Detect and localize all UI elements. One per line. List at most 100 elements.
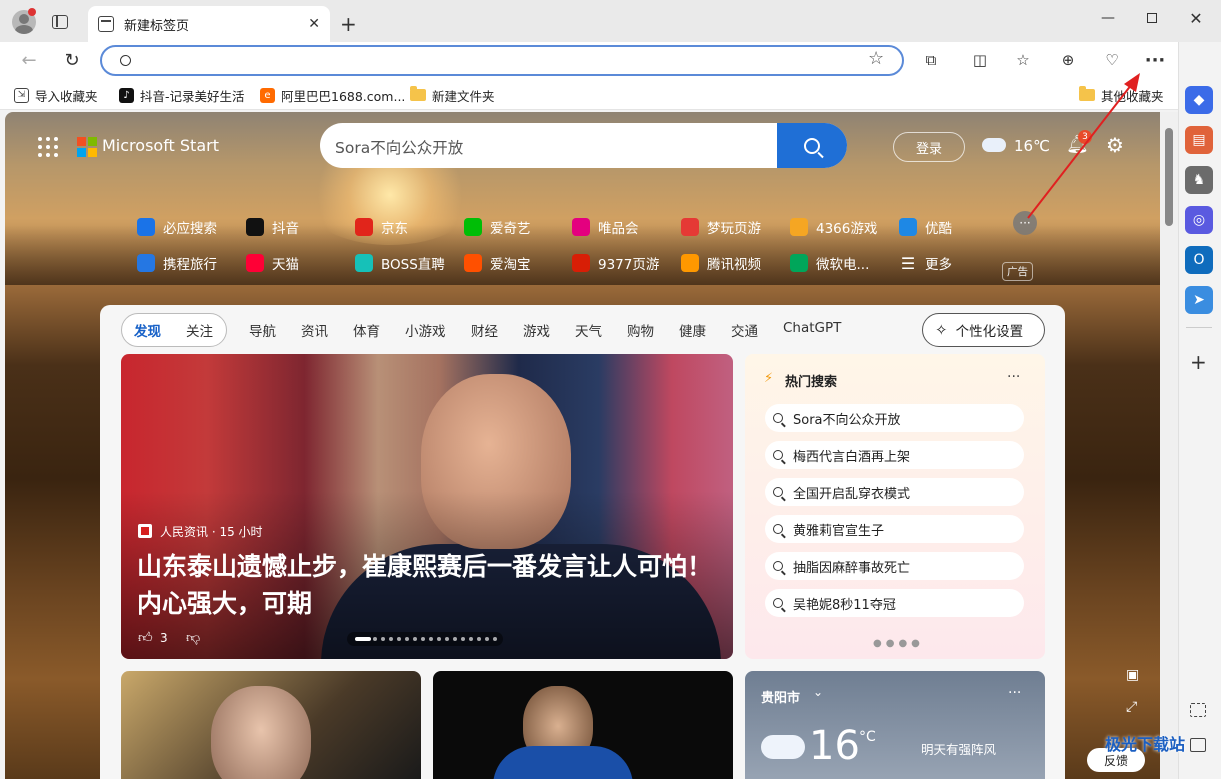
back-icon[interactable]: ← <box>14 45 44 75</box>
weather-city[interactable]: 贵阳市 <box>761 687 800 706</box>
hot-more-icon[interactable]: ··· <box>1007 369 1020 385</box>
search-input[interactable]: Sora不向公众开放 <box>335 136 463 158</box>
drop-icon[interactable]: ➤ <box>1185 286 1213 314</box>
carousel-dot[interactable] <box>493 637 497 641</box>
close-tab-icon[interactable]: ✕ <box>308 16 320 32</box>
tab-new-tab[interactable]: 新建标签页 ✕ <box>88 6 330 42</box>
tab-discover[interactable]: 发现 <box>134 320 161 340</box>
weather-forecast[interactable]: 明天有强阵风 <box>921 739 996 758</box>
quicklink-item[interactable]: 微软电... <box>790 252 869 274</box>
tools-icon[interactable]: ▤ <box>1185 126 1213 154</box>
feed-nav-item[interactable]: 小游戏 <box>405 320 446 340</box>
feed-nav-item[interactable]: ChatGPT <box>783 320 841 340</box>
refresh-icon[interactable]: ↻ <box>57 45 87 75</box>
hero-headline[interactable]: 山东泰山遗憾止步，崔康熙赛后一番发言让人可怕！内心强大，可期 <box>137 548 717 622</box>
quicklink-item[interactable]: 京东 <box>355 216 408 238</box>
carousel-dot[interactable] <box>355 637 371 641</box>
scrollbar-thumb[interactable] <box>1165 128 1173 226</box>
carousel-dot[interactable] <box>437 637 441 641</box>
feed-nav-item[interactable]: 交通 <box>731 320 758 340</box>
hot-search-item[interactable]: 黄雅莉官宣生子 <box>765 515 1024 543</box>
carousel-dot[interactable] <box>389 637 393 641</box>
carousel-dot[interactable] <box>461 637 465 641</box>
carousel-dot[interactable] <box>453 637 457 641</box>
tab-follow[interactable]: 关注 <box>186 320 213 340</box>
new-tab-button[interactable]: + <box>340 12 357 36</box>
hot-search-item[interactable]: 吴艳妮8秒11夺冠 <box>765 589 1024 617</box>
login-button[interactable]: 登录 <box>893 132 965 162</box>
quicklink-item[interactable]: BOSS直聘 <box>355 252 445 274</box>
shopping-tag-icon[interactable]: ◆ <box>1185 86 1213 114</box>
web-search-box[interactable]: Sora不向公众开放 <box>320 123 847 168</box>
quicklink-item[interactable]: 腾讯视频 <box>681 252 761 274</box>
quicklink-item[interactable]: 抖音 <box>246 216 299 238</box>
outlook-icon[interactable]: O <box>1185 246 1213 274</box>
carousel-dot[interactable] <box>373 637 377 641</box>
quicklink-item[interactable]: 天猫 <box>246 252 299 274</box>
quicklink-item[interactable]: 爱淘宝 <box>464 252 531 274</box>
split-screen-icon[interactable]: ◫ <box>965 45 995 75</box>
quicklink-item[interactable]: 携程旅行 <box>137 252 217 274</box>
screenshot-icon[interactable] <box>1190 703 1206 717</box>
quicklink-item[interactable]: 唯品会 <box>572 216 639 238</box>
personalize-button[interactable]: ✧ 个性化设置 <box>922 313 1045 347</box>
news-card-1[interactable] <box>121 671 421 779</box>
hot-search-item[interactable]: 抽脂因麻醉事故死亡 <box>765 552 1024 580</box>
hot-pager-dots[interactable]: ●●●● <box>873 638 924 649</box>
microsoft365-icon[interactable]: ◎ <box>1185 206 1213 234</box>
quicklink-item[interactable]: 4366游戏 <box>790 216 877 238</box>
games-icon[interactable]: ♞ <box>1185 166 1213 194</box>
like-icon[interactable]: 👍︎ <box>138 629 153 646</box>
fav-douyin[interactable]: ♪ 抖音-记录美好生活 <box>119 84 245 106</box>
quicklink-item[interactable]: ☰ 更多 <box>899 252 952 274</box>
carousel-dot[interactable] <box>381 637 385 641</box>
quicklink-item[interactable]: 梦玩页游 <box>681 216 761 238</box>
expand-icon[interactable]: ⤢ <box>1126 699 1137 715</box>
search-button[interactable] <box>777 123 847 168</box>
app-launcher-icon[interactable] <box>38 137 58 157</box>
hot-search-item[interactable]: 梅西代言白酒再上架 <box>765 441 1024 469</box>
fav-new-folder[interactable]: 新建文件夹 <box>410 84 495 106</box>
carousel-dot[interactable] <box>405 637 409 641</box>
fav-1688[interactable]: e 阿里巴巴1688.com... <box>260 84 405 106</box>
quicklink-item[interactable]: 优酷 <box>899 216 952 238</box>
carousel-dot[interactable] <box>397 637 401 641</box>
carousel-dot[interactable] <box>413 637 417 641</box>
dislike-icon[interactable]: 👎︎ <box>186 629 200 646</box>
feed-nav-item[interactable]: 天气 <box>575 320 602 340</box>
add-sidebar-app-icon[interactable]: + <box>1190 350 1207 374</box>
brand-name[interactable]: Microsoft Start <box>102 136 219 155</box>
extensions-icon[interactable]: ⧉ <box>916 45 946 75</box>
carousel-dot[interactable] <box>421 637 425 641</box>
feed-nav-item[interactable]: 导航 <box>249 320 276 340</box>
quicklink-item[interactable]: 必应搜索 <box>137 216 217 238</box>
quicklink-item[interactable]: 9377页游 <box>572 252 659 274</box>
city-dropdown-icon[interactable]: ⌄ <box>813 685 823 699</box>
weather-more-icon[interactable]: ··· <box>1008 685 1021 701</box>
weather-card[interactable]: 贵阳市 ⌄ ··· 16 °C 明天有强阵风 <box>745 671 1045 779</box>
hot-search-item[interactable]: 全国开启乱穿衣模式 <box>765 478 1024 506</box>
feed-nav-item[interactable]: 财经 <box>471 320 498 340</box>
feed-nav-item[interactable]: 健康 <box>679 320 706 340</box>
feed-nav-item[interactable]: 体育 <box>353 320 380 340</box>
feed-nav-item[interactable]: 资讯 <box>301 320 328 340</box>
close-window-button[interactable]: ✕ <box>1173 6 1219 30</box>
carousel-dot[interactable] <box>445 637 449 641</box>
feed-nav-item[interactable]: 游戏 <box>523 320 550 340</box>
fav-import[interactable]: ⇲ 导入收藏夹 <box>14 84 98 106</box>
favorite-star-icon[interactable]: ☆ <box>868 48 884 69</box>
address-bar[interactable]: ☆ <box>100 45 904 76</box>
carousel-dot[interactable] <box>477 637 481 641</box>
feed-nav-item[interactable]: 购物 <box>627 320 654 340</box>
sidebar-settings-icon[interactable] <box>1190 738 1206 752</box>
tab-actions-icon[interactable] <box>52 15 68 29</box>
minimize-button[interactable]: — <box>1085 6 1131 30</box>
maximize-button[interactable] <box>1129 6 1175 30</box>
carousel-dot[interactable] <box>485 637 489 641</box>
carousel-dot[interactable] <box>469 637 473 641</box>
background-image-icon[interactable]: ▣ <box>1126 667 1139 683</box>
hot-search-item[interactable]: Sora不向公众开放 <box>765 404 1024 432</box>
carousel-indicator[interactable] <box>347 632 503 646</box>
news-card-2[interactable] <box>433 671 733 779</box>
carousel-dot[interactable] <box>429 637 433 641</box>
